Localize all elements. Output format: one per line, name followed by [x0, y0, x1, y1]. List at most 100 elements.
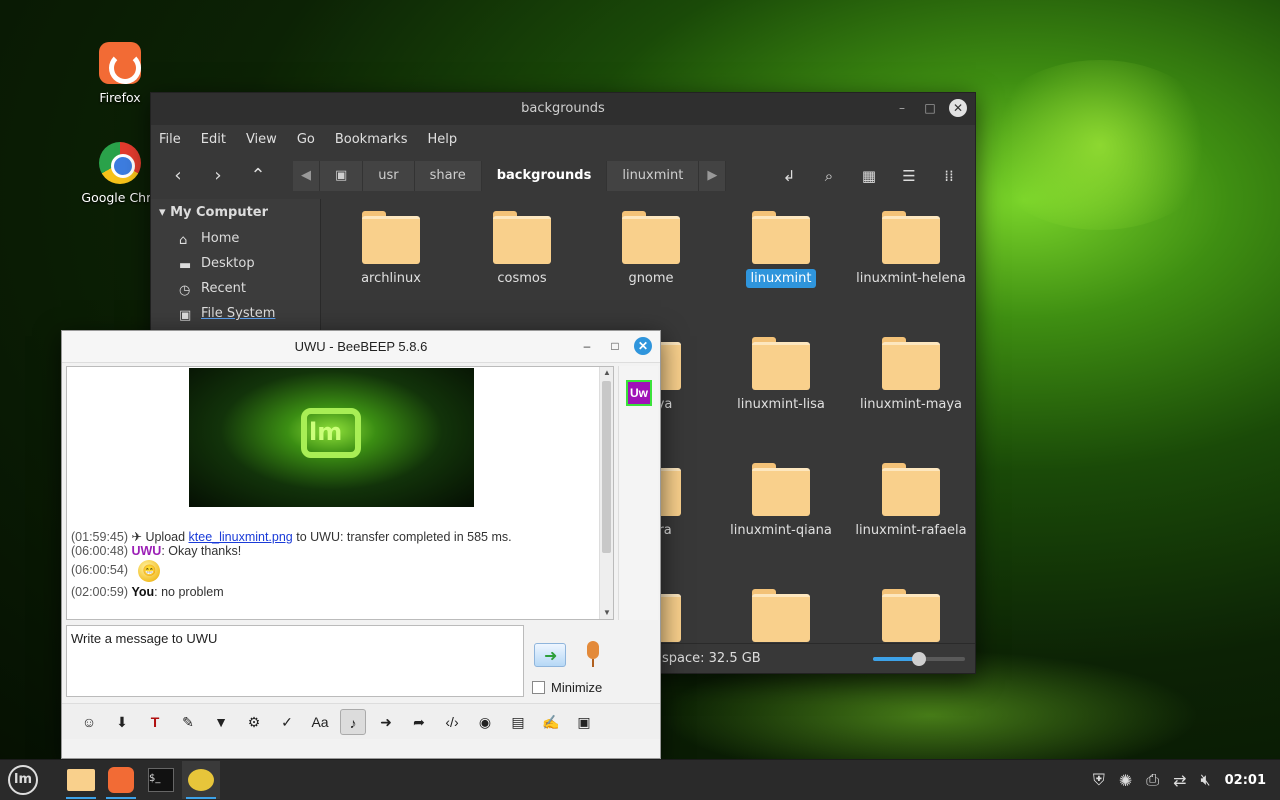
save-icon[interactable]: ▣ [571, 709, 597, 735]
send-folder-icon[interactable]: ➦ [406, 709, 432, 735]
up-icon[interactable]: ⌃ [241, 161, 275, 191]
color-icon[interactable]: ✎ [175, 709, 201, 735]
compact-view-icon[interactable]: ⁞⁞ [931, 161, 967, 191]
firefox-icon [99, 42, 141, 84]
folder-item[interactable]: linuxmint [716, 211, 846, 288]
sound-icon[interactable]: ♪ [340, 708, 366, 735]
zoom-slider-handle[interactable] [912, 652, 926, 666]
send-icon[interactable] [534, 643, 566, 667]
maximize-button[interactable]: □ [606, 337, 624, 355]
camera-icon[interactable]: ◉ [472, 709, 498, 735]
folder-item[interactable] [846, 589, 976, 649]
network-icon[interactable]: ⇄ [1173, 771, 1186, 790]
volume-muted-icon[interactable]: 🔇︎ [1201, 770, 1211, 790]
menu-help[interactable]: Help [427, 132, 457, 147]
taskbar-terminal[interactable]: $_ [142, 761, 180, 799]
menu-edit[interactable]: Edit [201, 132, 226, 147]
settings-icon[interactable]: ⚙ [241, 709, 267, 735]
send-file-icon[interactable]: ➜ [373, 709, 399, 735]
forward-icon[interactable]: › [201, 161, 235, 191]
shield-icon[interactable]: ⛨ [1093, 770, 1105, 790]
folder-icon [493, 211, 551, 264]
menu-bookmarks[interactable]: Bookmarks [335, 132, 408, 147]
folder-item[interactable]: linuxmint-lisa [716, 337, 846, 412]
taskbar-files[interactable] [62, 761, 100, 799]
avatar[interactable]: Uw [626, 380, 652, 406]
desktop-icon: ▬ [179, 257, 192, 273]
folder-item[interactable]: linuxmint-qiana [716, 463, 846, 538]
drive-icon[interactable]: ▣ [320, 161, 364, 191]
attach-icon[interactable]: ⬇ [109, 709, 135, 735]
clock[interactable]: 02:01 [1225, 773, 1266, 788]
folder-item[interactable]: linuxmint-helena [846, 211, 976, 286]
bee-icon[interactable]: ✺ [1119, 771, 1132, 790]
sidebar-item-desktop[interactable]: ▬ Desktop [151, 251, 320, 276]
filter-icon[interactable]: ▼ [208, 709, 234, 735]
sidebar-item-home[interactable]: ⌂ Home [151, 226, 320, 251]
message-history[interactable]: lm (01:59:45) ✈ Upload ktee_linuxmint.pn… [66, 366, 614, 620]
crumb-linuxmint[interactable]: linuxmint [607, 161, 700, 191]
drive-icon: ▣ [179, 307, 192, 323]
sender-name: UWU [131, 544, 162, 558]
crumb-scroll-left-icon[interactable]: ◀ [293, 161, 320, 191]
close-button[interactable]: ✕ [634, 337, 652, 355]
search-icon[interactable]: ⌕ [811, 161, 847, 191]
zoom-slider[interactable] [873, 652, 965, 666]
screenshot-icon[interactable]: ▤ [505, 709, 531, 735]
note-icon[interactable]: ✍ [538, 709, 564, 735]
shared-image[interactable]: lm [189, 368, 474, 507]
menu-go[interactable]: Go [297, 132, 315, 147]
minimize-button[interactable]: – [578, 337, 596, 355]
toggle-location-icon[interactable]: ↲ [771, 161, 807, 191]
minimize-checkbox[interactable]: Minimize [532, 680, 602, 695]
back-icon[interactable]: ‹ [161, 161, 195, 191]
sidebar-heading[interactable]: ▾ My Computer [151, 199, 320, 226]
scrollbar-thumb[interactable] [602, 381, 611, 553]
list-view-icon[interactable]: ☰ [891, 161, 927, 191]
window-titlebar[interactable]: backgrounds – □ ✕ [151, 93, 975, 125]
checkbox[interactable] [532, 681, 545, 694]
printer-icon[interactable]: ⎙ [1146, 770, 1159, 790]
minimize-button[interactable]: – [893, 99, 911, 117]
folder-item[interactable]: archlinux [326, 211, 456, 286]
folder-item[interactable]: linuxmint-rafaela [846, 463, 976, 538]
emoticon-icon[interactable]: ☺ [76, 709, 102, 735]
crumb-usr[interactable]: usr [363, 161, 415, 191]
menu-view[interactable]: View [246, 132, 277, 147]
folder-item[interactable]: cosmos [457, 211, 587, 286]
maximize-button[interactable]: □ [921, 99, 939, 117]
close-button[interactable]: ✕ [949, 99, 967, 117]
system-tray: ⛨ ✺ ⎙ ⇄ 🔇︎ 02:01 [1093, 770, 1280, 790]
window-titlebar[interactable]: UWU - BeeBEEP 5.8.6 – □ ✕ [62, 331, 660, 363]
code-icon[interactable]: ‹/› [439, 709, 465, 735]
scrollbar[interactable]: ▲ ▼ [599, 367, 613, 619]
sender-name: You [131, 585, 155, 599]
taskbar-firefox[interactable] [102, 761, 140, 799]
file-link[interactable]: ktee_linuxmint.png [189, 530, 293, 544]
message-input[interactable]: Write a message to UWU [66, 625, 524, 697]
icon-view-icon[interactable]: ▦ [851, 161, 887, 191]
crumb-scroll-right-icon[interactable]: ▶ [699, 161, 727, 191]
grin-emoji-icon: 😁 [138, 560, 161, 582]
start-menu-button[interactable]: lm [4, 761, 42, 799]
font-icon[interactable]: T [142, 709, 168, 735]
spellcheck-icon[interactable]: ✓ [274, 709, 300, 735]
sidebar-item-recent[interactable]: ◷ Recent [151, 276, 320, 301]
folder-item[interactable]: gnome [586, 211, 716, 286]
scroll-up-icon[interactable]: ▲ [600, 367, 613, 379]
dictionary-icon[interactable]: Aa [307, 709, 333, 735]
window-title: backgrounds [521, 101, 605, 116]
menu-file[interactable]: File [159, 132, 181, 147]
crumb-share[interactable]: share [414, 161, 482, 191]
sidebar-item-file-system[interactable]: ▣ File System [151, 301, 320, 326]
scroll-down-icon[interactable]: ▼ [600, 607, 613, 619]
taskbar-beebeep[interactable] [182, 761, 220, 799]
microphone-icon[interactable] [584, 641, 602, 669]
user-list: Uw [618, 366, 658, 620]
crumb-backgrounds[interactable]: backgrounds [481, 161, 608, 191]
terminal-icon: $_ [148, 768, 174, 792]
folder-item[interactable] [716, 589, 846, 649]
folder-item[interactable]: linuxmint-maya [846, 337, 976, 412]
free-space-label: space: 32.5 GB [662, 651, 761, 666]
message-line: (06:00:48) UWU: Okay thanks! [71, 544, 242, 558]
